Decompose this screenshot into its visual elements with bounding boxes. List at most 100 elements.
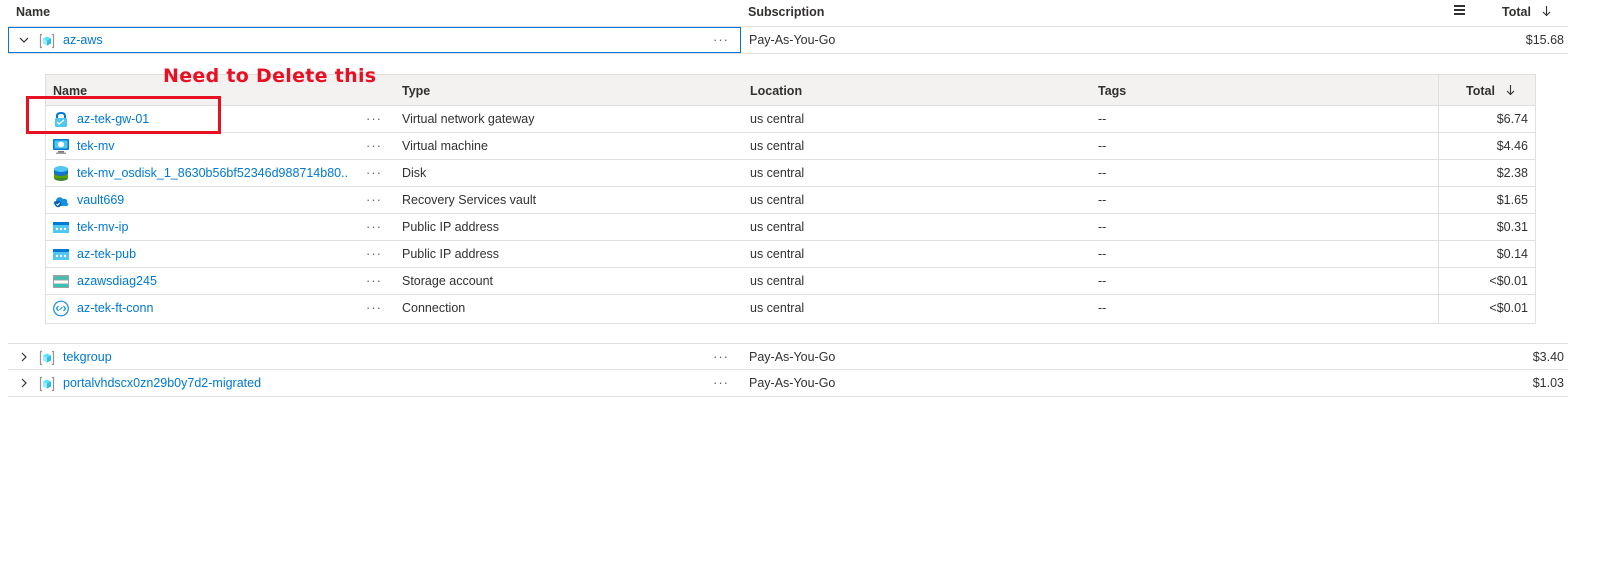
public-ip-icon [53,249,69,260]
column-header-tags[interactable]: Tags [1098,75,1126,108]
resources-table-body: az-tek-gw-01 ··· Virtual network gateway… [46,106,1535,324]
disk-icon [54,166,68,181]
resource-tags: -- [1098,301,1107,315]
resource-type: Connection [402,301,466,315]
resource-location: us central [750,139,805,153]
resource-name-link[interactable]: tek-mv [77,133,115,160]
column-divider [1438,106,1439,133]
total-value: $1.03 [1532,376,1564,390]
virtual-machine-icon [53,139,69,154]
more-actions-button[interactable]: ··· [366,160,382,185]
resource-tags: -- [1098,112,1107,126]
table-row[interactable]: tek-mv ··· Virtual machine us central --… [46,133,1535,160]
total-label: Total [1466,84,1495,98]
column-header-subscription[interactable]: Subscription [748,0,824,27]
column-divider [1438,295,1439,322]
resource-location: us central [750,247,805,261]
resource-name-link[interactable]: vault669 [77,187,124,214]
resource-type: Virtual machine [402,139,488,153]
recovery-vault-icon [53,197,69,208]
more-actions-button[interactable]: ··· [713,344,729,369]
resource-total: <$0.01 [1489,274,1528,288]
table-row[interactable]: az-tek-ft-conn ··· Connection us central… [46,295,1535,322]
chevron-right-icon[interactable] [18,377,30,389]
resource-type: Storage account [402,274,494,288]
resource-type: Disk [402,166,427,180]
resource-type: Public IP address [402,247,500,261]
subscription-value: Pay-As-You-Go [749,376,836,390]
more-actions-button[interactable]: ··· [366,106,382,131]
resource-total: $2.38 [1496,166,1528,180]
resource-tags: -- [1098,220,1107,234]
resource-tags: -- [1098,274,1107,288]
more-actions-button[interactable]: ··· [366,187,382,212]
hamburger-icon[interactable] [1454,5,1465,15]
more-actions-button[interactable]: ··· [366,268,382,293]
column-header-total[interactable]: Total [1502,0,1551,27]
column-header-total[interactable]: Total [1466,75,1515,108]
more-actions-button[interactable]: ··· [366,241,382,266]
column-divider [1438,133,1439,160]
resource-location: us central [750,301,805,315]
column-divider [1438,241,1439,268]
table-row[interactable]: azawsdiag245 ··· Storage account us cent… [46,268,1535,295]
resource-name-link[interactable]: az-tek-ft-conn [77,295,153,322]
column-header-type[interactable]: Type [402,75,430,108]
total-value: $15.68 [1525,33,1564,47]
more-actions-button[interactable]: ··· [366,295,382,320]
resource-total: $0.14 [1496,247,1528,261]
table-row[interactable]: az-tek-gw-01 ··· Virtual network gateway… [46,106,1535,133]
resource-tags: -- [1098,247,1107,261]
resource-name-link[interactable]: az-tek-pub [77,241,136,268]
resource-group-icon [39,350,55,366]
resource-tags: -- [1098,193,1107,207]
annotation-text: Need to Delete this [163,65,377,87]
resource-name-link[interactable]: tek-mv-ip [77,214,128,241]
column-header-name[interactable]: Name [16,0,50,27]
column-header-location[interactable]: Location [750,75,802,108]
public-ip-icon [53,222,69,233]
table-row[interactable]: tek-mv-ip ··· Public IP address us centr… [46,214,1535,241]
more-actions-button[interactable]: ··· [713,27,729,52]
resource-location: us central [750,193,805,207]
more-actions-button[interactable]: ··· [366,214,382,239]
more-actions-button[interactable]: ··· [366,133,382,158]
more-actions-button[interactable]: ··· [713,370,729,395]
resource-group-row[interactable]: tekgroup ··· Pay-As-You-Go $3.40 [8,343,1568,370]
table-row[interactable]: tek-mv_osdisk_1_8630b56bf52346d988714b80… [46,160,1535,187]
resource-total: <$0.01 [1489,301,1528,315]
resource-total: $6.74 [1496,112,1528,126]
resource-location: us central [750,274,805,288]
resource-name-link[interactable]: azawsdiag245 [77,268,157,295]
column-divider [1438,160,1439,187]
resource-type: Virtual network gateway [402,112,535,126]
resource-location: us central [750,166,805,180]
resource-name-link[interactable]: tek-mv_osdisk_1_8630b56bf52346d988714b80… [77,160,349,187]
chevron-right-icon[interactable] [18,351,30,363]
storage-account-icon [53,275,69,288]
resource-group-row[interactable]: portalvhdscx0zn29b0y7d2-migrated ··· Pay… [8,370,1568,397]
column-divider [1438,187,1439,214]
total-value: $3.40 [1532,350,1564,364]
resource-type: Public IP address [402,220,500,234]
table-row[interactable]: az-tek-pub ··· Public IP address us cent… [46,241,1535,268]
chevron-down-icon[interactable] [18,34,30,46]
resource-group-name[interactable]: tekgroup [63,344,112,371]
resource-group-row[interactable]: az-aws ··· Pay-As-You-Go $15.68 [8,27,1568,54]
resources-table: Name Type Location Tags Total az-tek-gw-… [45,74,1536,324]
resource-total: $0.31 [1496,220,1528,234]
resource-group-icon [39,376,55,392]
column-divider [1438,214,1439,241]
connection-icon [53,300,69,317]
annotation-highlight-box [26,96,221,134]
subscription-value: Pay-As-You-Go [749,350,836,364]
table-row[interactable]: vault669 ··· Recovery Services vault us … [46,187,1535,214]
selection-outline [8,27,741,53]
total-label: Total [1502,5,1531,19]
resource-tags: -- [1098,166,1107,180]
resource-tags: -- [1098,139,1107,153]
resource-location: us central [750,220,805,234]
resource-location: us central [750,112,805,126]
resource-group-name[interactable]: portalvhdscx0zn29b0y7d2-migrated [63,370,261,397]
resource-group-name[interactable]: az-aws [63,27,103,54]
